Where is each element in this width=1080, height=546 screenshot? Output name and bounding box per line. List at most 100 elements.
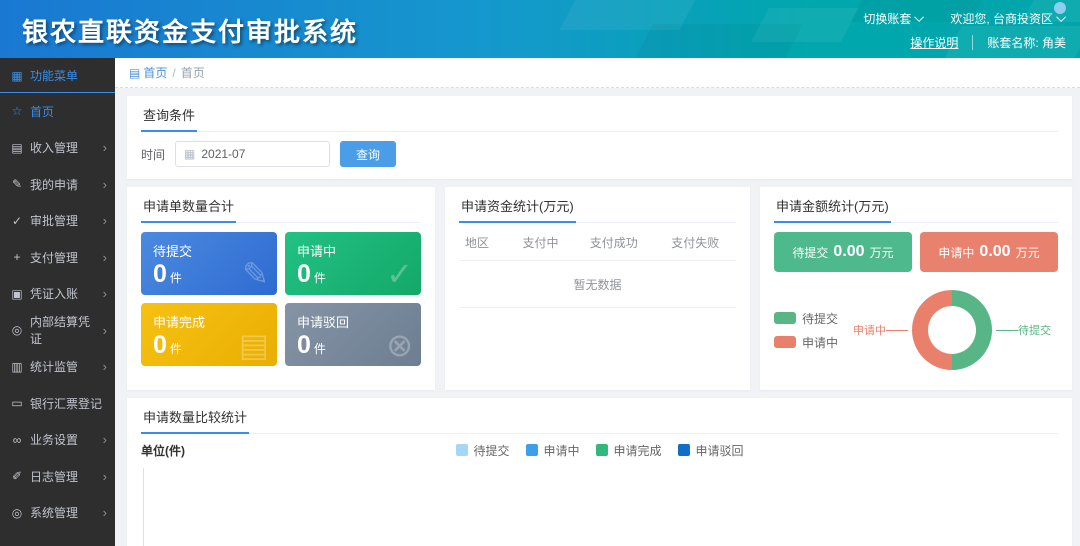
sidebar-item-approval[interactable]: ✓ 审批管理 ›	[0, 203, 115, 240]
list-check-icon: ✓	[386, 255, 413, 293]
menu-grid-icon: ▦	[10, 69, 24, 83]
legend-swatch-salmon	[774, 336, 796, 348]
chevron-right-icon: ›	[103, 286, 107, 301]
chevron-right-icon: ›	[103, 469, 107, 484]
query-panel-title: 查询条件	[141, 96, 197, 132]
chevron-right-icon: ›	[103, 250, 107, 265]
calendar-icon: ▦	[184, 147, 195, 161]
link-icon: ∞	[10, 433, 24, 447]
main-area: ▤ 首页 / 首页 查询条件 时间 ▦ 查询	[115, 58, 1080, 546]
plus-icon: +	[10, 250, 24, 264]
sidebar-item-home[interactable]: ☆ 首页	[0, 93, 115, 130]
sidebar: ▦ 功能菜单 ☆ 首页 ▤ 收入管理 › ✎ 我的申请 › ✓ 审批管理 › +…	[0, 58, 115, 546]
card-pending-submit[interactable]: 待提交 0件 ✎	[141, 232, 277, 295]
funds-table: 地区 支付中 支付成功 支付失败 暂无数据	[459, 225, 736, 308]
query-panel: 查询条件 时间 ▦ 查询	[127, 96, 1072, 179]
donut-chart[interactable]	[912, 290, 992, 370]
document-icon: ▤	[239, 326, 269, 364]
legend-swatch-green	[774, 312, 796, 324]
bar-chart-icon: ▥	[10, 360, 24, 374]
breadcrumb-current: 首页	[181, 64, 205, 81]
chevron-right-icon: ›	[103, 213, 107, 228]
time-input-field[interactable]	[201, 147, 321, 161]
check-icon: ✓	[10, 214, 24, 228]
legend-item-progress[interactable]: 申请中	[774, 334, 846, 351]
column-header: 支付中	[508, 225, 573, 261]
chevron-right-icon: ›	[103, 505, 107, 520]
legend-item-pending-submit[interactable]: 待提交	[455, 442, 509, 459]
donut-label-left: 申请中	[853, 322, 886, 338]
chevron-right-icon: ›	[103, 177, 107, 192]
content: 查询条件 时间 ▦ 查询 申请单数量合计 待提交	[115, 88, 1080, 546]
header-deco-shape	[751, 8, 859, 42]
donut-label-right: 待提交	[1018, 322, 1051, 338]
card-icon: ▭	[10, 396, 24, 410]
welcome-user-dropdown[interactable]: 欢迎您, 台商投资区	[950, 10, 1066, 27]
chevron-right-icon: ›	[103, 140, 107, 155]
header-user-area: 切换账套 欢迎您, 台商投资区 操作说明 账套名称: 角美	[863, 6, 1066, 54]
briefcase-icon: ▣	[10, 287, 24, 301]
donut-chart-area: 待提交 申请中 申请中 待提交	[774, 280, 1058, 380]
gear-icon: ◎	[10, 323, 24, 337]
sidebar-item-system[interactable]: ◎ 系统管理 ›	[0, 495, 115, 532]
legend-swatch-dark-blue	[678, 444, 690, 456]
sidebar-item-my-applications[interactable]: ✎ 我的申请 ›	[0, 166, 115, 203]
time-input[interactable]: ▦	[175, 141, 330, 167]
breadcrumb: ▤ 首页 / 首页	[115, 58, 1080, 88]
account-name-label: 账套名称: 角美	[987, 34, 1066, 51]
search-button[interactable]: 查询	[340, 141, 396, 167]
legend-item-in-progress[interactable]: 申请中	[525, 442, 579, 459]
badge-in-progress: 申请中 0.00 万元	[920, 232, 1058, 272]
sidebar-item-bank-draft[interactable]: ▭ 银行汇票登记	[0, 385, 115, 422]
chevron-right-icon: ›	[103, 432, 107, 447]
switch-account-dropdown[interactable]: 切换账套	[863, 10, 924, 27]
chevron-right-icon: ›	[103, 323, 107, 338]
amount-panel-title: 申请金额统计(万元)	[774, 187, 891, 223]
sidebar-item-business-settings[interactable]: ∞ 业务设置 ›	[0, 422, 115, 459]
operation-guide-link[interactable]: 操作说明	[910, 34, 958, 51]
legend-item-rejected[interactable]: 申请驳回	[678, 442, 744, 459]
legend-swatch-green	[596, 444, 608, 456]
legend-swatch-light-blue	[455, 444, 467, 456]
funds-panel: 申请资金统计(万元) 地区 支付中 支付成功 支付失败 暂无数据	[445, 187, 750, 390]
breadcrumb-home-link[interactable]: ▤ 首页	[129, 64, 167, 81]
badge-pending-submit: 待提交 0.00 万元	[774, 232, 912, 272]
app-header: 银农直联资金支付审批系统 切换账套 欢迎您, 台商投资区 操作说明 账套名称: …	[0, 0, 1080, 58]
chevron-right-icon: ›	[103, 359, 107, 374]
compare-chart-panel: 申请数量比较统计 单位(件) 待提交 申请中	[127, 398, 1072, 546]
compare-chart-legend: 待提交 申请中 申请完成 申请驳回	[455, 442, 743, 459]
unit-label: 单位(件)	[141, 442, 185, 459]
column-header: 地区	[459, 225, 508, 261]
card-completed[interactable]: 申请完成 0件 ▤	[141, 303, 277, 366]
donut-legend: 待提交 申请中	[774, 310, 846, 351]
sidebar-item-voucher-entry[interactable]: ▣ 凭证入账 ›	[0, 276, 115, 313]
card-rejected[interactable]: 申请驳回 0件 ⊗	[285, 303, 421, 366]
breadcrumb-separator: /	[172, 66, 175, 80]
pencil-icon: ✎	[10, 177, 24, 191]
sidebar-item-internal-settlement[interactable]: ◎ 内部结算凭证 ›	[0, 312, 115, 349]
legend-item-completed[interactable]: 申请完成	[596, 442, 662, 459]
empty-data-text: 暂无数据	[459, 261, 736, 308]
app-title: 银农直联资金支付审批系统	[22, 12, 358, 49]
document-icon: ▤	[10, 141, 24, 155]
legend-item-pending[interactable]: 待提交	[774, 310, 846, 327]
legend-swatch-blue	[525, 444, 537, 456]
document-reject-icon: ⊗	[386, 326, 413, 364]
donut-connector-line	[996, 330, 1018, 331]
column-header: 支付成功	[573, 225, 654, 261]
summary-panel: 申请单数量合计 待提交 0件 ✎ 申请中 0件 ✓	[127, 187, 435, 390]
edit-document-icon: ✎	[242, 255, 269, 293]
gear-icon: ◎	[10, 506, 24, 520]
card-in-progress[interactable]: 申请中 0件 ✓	[285, 232, 421, 295]
funds-panel-title: 申请资金统计(万元)	[459, 187, 576, 223]
sidebar-item-statistics[interactable]: ▥ 统计监管 ›	[0, 349, 115, 386]
summary-panel-title: 申请单数量合计	[141, 187, 236, 223]
sidebar-item-income[interactable]: ▤ 收入管理 ›	[0, 130, 115, 167]
bar-chart-plot-area	[143, 468, 1056, 546]
column-header: 支付失败	[655, 225, 737, 261]
donut-connector-line	[886, 330, 908, 331]
header-divider	[972, 35, 973, 50]
compare-panel-title: 申请数量比较统计	[141, 398, 249, 434]
sidebar-item-log[interactable]: ✐ 日志管理 ›	[0, 458, 115, 495]
sidebar-item-payment[interactable]: + 支付管理 ›	[0, 239, 115, 276]
